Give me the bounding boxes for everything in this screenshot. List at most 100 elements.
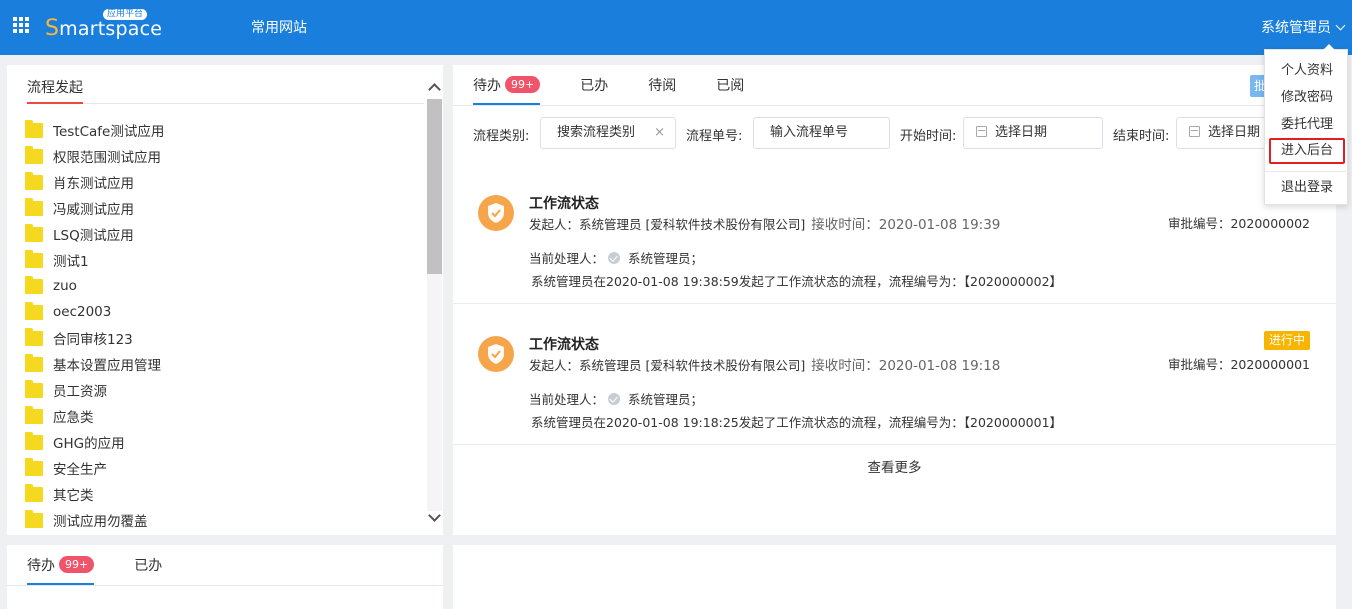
title-divider [27, 103, 424, 104]
tab-done[interactable]: 已办 [134, 555, 162, 585]
scroll-up-icon[interactable] [428, 83, 441, 96]
shield-icon [478, 336, 514, 372]
folder-item[interactable]: 其它类 [25, 481, 425, 507]
process-launch-panel: 流程发起 TestCafe测试应用 权限范围测试应用 肖东测试应用 冯威测试应用… [7, 65, 443, 535]
scroll-thumb[interactable] [427, 99, 442, 274]
number-label: 流程单号: [686, 129, 743, 144]
check-circle-icon [608, 392, 621, 405]
folder-icon [25, 353, 43, 372]
tab-done[interactable]: 已办 [580, 75, 608, 105]
folder-icon [25, 327, 43, 346]
user-menu[interactable]: 系统管理员 [1261, 17, 1346, 37]
folder-item[interactable]: LSQ测试应用 [25, 221, 425, 247]
todo-count-badge: 99+ [505, 76, 541, 93]
card-divider [453, 444, 1336, 445]
folder-item[interactable]: 安全生产 [25, 455, 425, 481]
card-description: 系统管理员在2020-01-08 19:38:59发起了工作流状态的流程，流程编… [531, 274, 1063, 289]
folder-item[interactable]: 合同审核123 [25, 325, 425, 351]
folder-item[interactable]: 员工资源 [25, 377, 425, 403]
menu-divider [1265, 171, 1349, 172]
folder-item[interactable]: zuo [25, 273, 425, 299]
clear-icon[interactable]: × [654, 118, 665, 148]
end-time-label: 结束时间: [1113, 129, 1170, 144]
user-dropdown: 个人资料 修改密码 委托代理 进入后台 退出登录 [1264, 44, 1349, 205]
tab-todo[interactable]: 待办 99+ [473, 75, 541, 105]
chevron-down-icon [1335, 20, 1346, 30]
card-divider [453, 303, 1336, 304]
bottom-main-panel [453, 545, 1336, 609]
folder-icon [25, 171, 43, 190]
todo-count-badge: 99+ [59, 556, 95, 573]
folder-icon [25, 379, 43, 398]
folder-scrollbar[interactable] [426, 75, 443, 535]
start-date-picker[interactable]: 选择日期 [963, 117, 1103, 149]
folder-item[interactable]: 基本设置应用管理 [25, 351, 425, 377]
menu-item-profile[interactable]: 个人资料 [1265, 58, 1349, 84]
approval-number: 审批编号：2020000002 [1167, 216, 1310, 231]
todo-tabs: 待办 99+ 已办 待阅 已阅 [473, 75, 784, 105]
calendar-icon [976, 126, 987, 137]
current-handler: 当前处理人： 系统管理员； [529, 251, 704, 266]
shield-icon [478, 195, 514, 231]
workflow-card[interactable]: 工作流状态 发起人：系统管理员 [爱科软件技术股份有限公司] 接收时间：2020-… [453, 179, 1336, 309]
menu-item-logout[interactable]: 退出登录 [1265, 175, 1349, 201]
logo[interactable]: Smartspace [45, 16, 162, 41]
folder-icon [25, 223, 43, 242]
check-circle-icon [608, 251, 621, 264]
menu-item-change-password[interactable]: 修改密码 [1265, 85, 1349, 111]
tab-to-read[interactable]: 待阅 [648, 75, 676, 105]
current-handler: 当前处理人： 系统管理员； [529, 392, 704, 407]
title-underline [27, 102, 83, 104]
folder-item[interactable]: TestCafe测试应用 [25, 117, 425, 143]
tabs-divider [453, 105, 1336, 106]
view-more-link[interactable]: 查看更多 [453, 456, 1336, 476]
folder-icon [25, 119, 43, 138]
scroll-down-icon[interactable] [428, 509, 441, 522]
folder-item[interactable]: 测试1 [25, 247, 425, 273]
folder-icon [25, 301, 43, 320]
user-name: 系统管理员 [1261, 20, 1331, 36]
category-search-input[interactable]: 搜索流程类别 × [540, 117, 676, 149]
folder-icon [25, 249, 43, 268]
bottom-todo-panel: 待办 99+ 已办 [7, 545, 443, 609]
folder-item[interactable]: 权限范围测试应用 [25, 143, 425, 169]
process-number-input[interactable]: 输入流程单号 [753, 117, 890, 149]
folder-icon [25, 483, 43, 502]
card-title[interactable]: 工作流状态 [529, 334, 599, 354]
workflow-card[interactable]: 进行中 工作流状态 发起人：系统管理员 [爱科软件技术股份有限公司] 接收时间：2… [453, 320, 1336, 450]
folder-icon [25, 145, 43, 164]
folder-item[interactable]: GHG的应用 [25, 429, 425, 455]
tabs-divider [7, 585, 443, 586]
top-bar: Smartspace 应用平台 常用网站 系统管理员 [0, 0, 1352, 55]
folder-item[interactable]: 肖东测试应用 [25, 169, 425, 195]
folder-icon [25, 405, 43, 424]
bottom-tabs: 待办 99+ 已办 [27, 555, 202, 585]
card-meta: 发起人：系统管理员 [爱科软件技术股份有限公司] 接收时间：2020-01-08 … [529, 217, 1001, 233]
category-label: 流程类别: [473, 129, 530, 144]
folder-icon [25, 509, 43, 528]
app-grid-icon[interactable] [13, 17, 29, 33]
folder-item[interactable]: oec2003 [25, 299, 425, 325]
folder-item[interactable]: 应急类 [25, 403, 425, 429]
folder-item[interactable]: 测试应用勿覆盖 [25, 507, 425, 533]
nav-common-sites[interactable]: 常用网站 [251, 17, 307, 37]
folder-icon [25, 431, 43, 450]
folder-item[interactable]: 冯威测试应用 [25, 195, 425, 221]
folder-icon [25, 197, 43, 216]
approval-number: 审批编号：2020000001 [1167, 357, 1310, 372]
card-meta: 发起人：系统管理员 [爱科软件技术股份有限公司] 接收时间：2020-01-08 … [529, 358, 1001, 374]
status-badge: 进行中 [1263, 331, 1310, 350]
card-title[interactable]: 工作流状态 [529, 193, 599, 213]
card-description: 系统管理员在2020-01-08 19:18:25发起了工作流状态的流程，流程编… [531, 415, 1063, 430]
start-time-label: 开始时间: [900, 129, 957, 144]
calendar-icon [1189, 126, 1200, 137]
menu-item-enter-backend[interactable]: 进入后台 [1269, 138, 1345, 164]
logo-badge: 应用平台 [103, 9, 148, 20]
folder-icon [25, 275, 43, 294]
menu-item-delegate[interactable]: 委托代理 [1265, 112, 1349, 138]
tab-todo[interactable]: 待办 99+ [27, 555, 95, 585]
todo-panel: 待办 99+ 已办 待阅 已阅 批 流程类别: 搜索流程类别 × 流程单号: 输入… [453, 65, 1336, 535]
folder-icon [25, 457, 43, 476]
folder-list: TestCafe测试应用 权限范围测试应用 肖东测试应用 冯威测试应用 LSQ测… [25, 117, 425, 533]
tab-read[interactable]: 已阅 [716, 75, 744, 105]
